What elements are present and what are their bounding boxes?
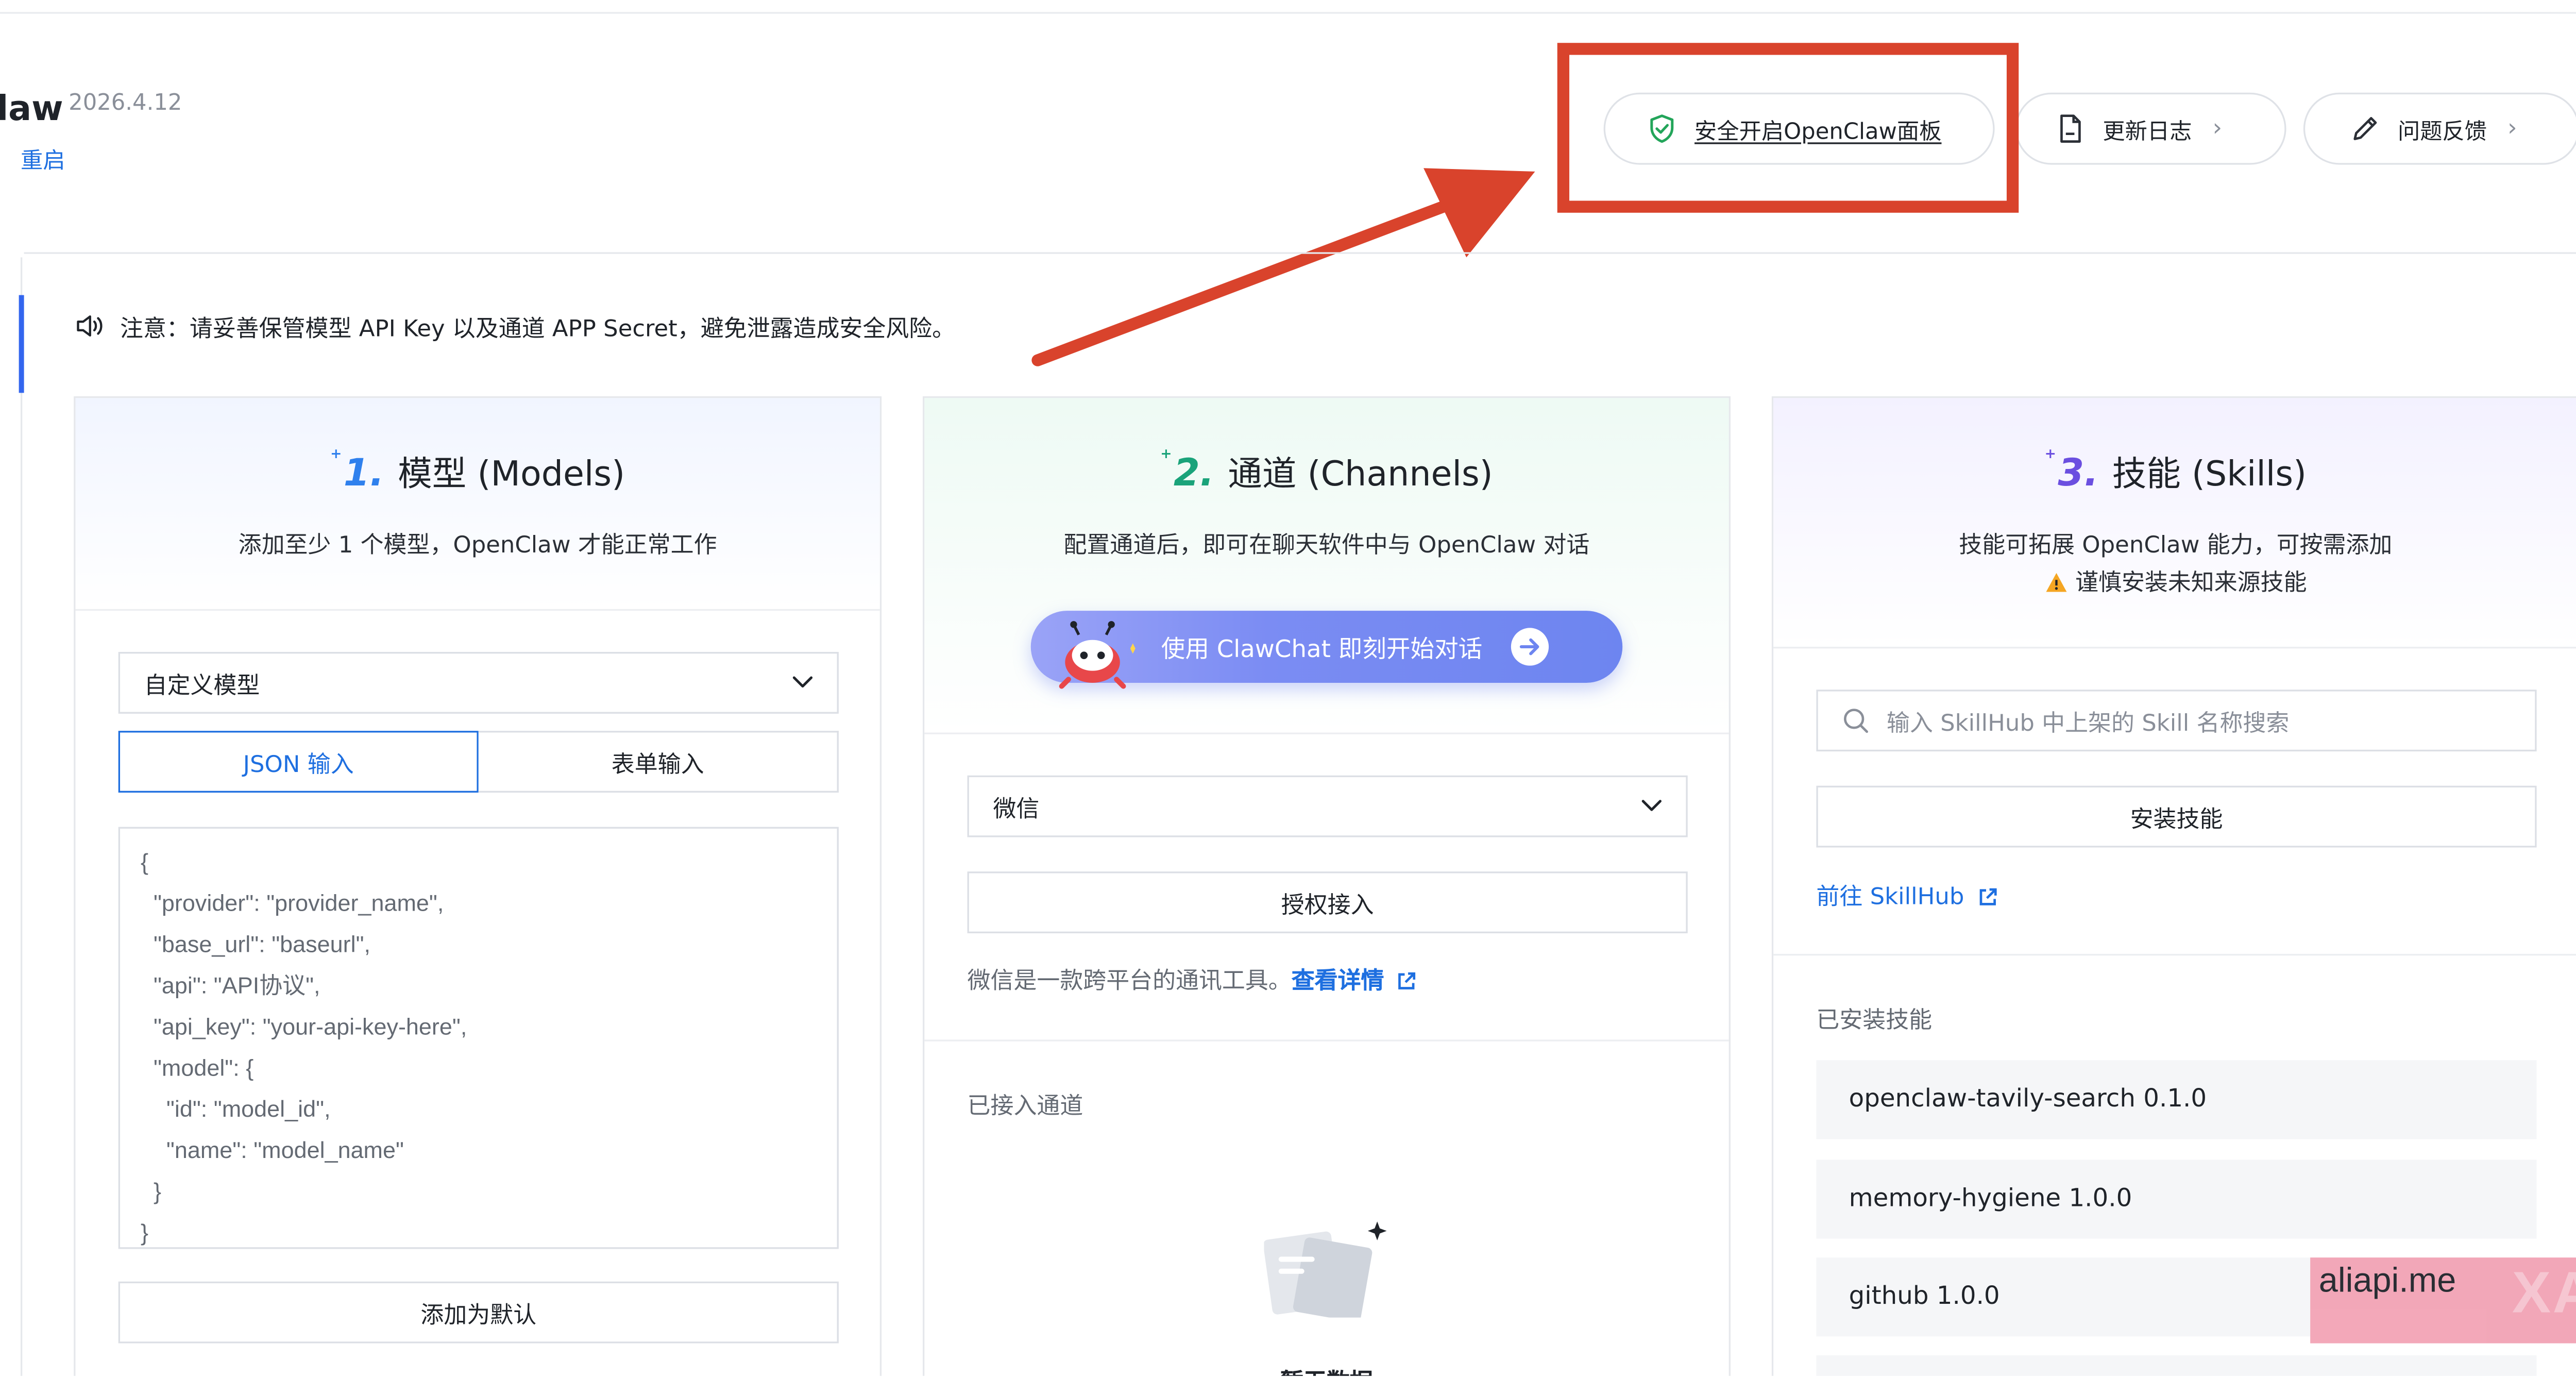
installed-skill-item-partial[interactable] — [1816, 1355, 2537, 1376]
step-number: +2. — [1160, 446, 1214, 496]
channels-divider — [924, 1039, 1729, 1042]
models-card-subtitle: 添加至少 1 个模型，OpenClaw 才能正常工作 — [238, 531, 717, 560]
channel-select[interactable]: 微信 — [967, 775, 1688, 837]
json-line: "base_url": "baseurl", — [140, 931, 371, 958]
content-left-border — [20, 257, 23, 1376]
skillhub-link[interactable]: 前往 SkillHub — [1816, 883, 1964, 911]
external-link-icon — [1977, 887, 1997, 914]
json-line: { — [140, 849, 149, 875]
skills-warning: 谨慎安装未知来源技能 — [1773, 563, 2576, 600]
tab-form-input[interactable]: 表单输入 — [478, 731, 839, 793]
skill-search-input[interactable]: 输入 SkillHub 中上架的 Skill 名称搜索 — [1816, 690, 2537, 752]
robot-mascot-icon — [1055, 617, 1137, 690]
notice-accent-bar — [19, 295, 24, 393]
empty-state-icon — [1264, 1218, 1394, 1318]
channels-card: +2. 通道 (Channels) 配置通道后，即可在聊天软件中与 OpenCla… — [923, 396, 1731, 1376]
authorize-button[interactable]: 授权接入 — [967, 871, 1688, 933]
json-line: "id": "model_id", — [140, 1096, 331, 1122]
skill-search-placeholder: 输入 SkillHub 中上架的 Skill 名称搜索 — [1886, 710, 2290, 738]
models-card-header: +1. 模型 (Models) 添加至少 1 个模型，OpenClaw 才能正常工… — [75, 398, 880, 611]
external-link-icon — [1397, 971, 1417, 998]
clawchat-start-button[interactable]: 使用 ClawChat 即刻开始对话 — [1030, 611, 1623, 689]
connected-channels-label: 已接入通道 — [967, 1093, 1083, 1120]
skills-card-title: +3. 技能 (Skills) — [1773, 446, 2576, 496]
models-card: +1. 模型 (Models) 添加至少 1 个模型，OpenClaw 才能正常工… — [74, 396, 882, 1376]
json-editor[interactable]: { "provider": "provider_name", "base_url… — [118, 827, 839, 1249]
security-notice: 注意：请妥善保管模型 API Key 以及通道 APP Secret，避免泄露造… — [75, 309, 955, 343]
channels-card-header: +2. 通道 (Channels) 配置通道后，即可在聊天软件中与 OpenCla… — [924, 398, 1729, 734]
skills-card-subtitle: 技能可拓展 OpenClaw 能力，可按需添加 — [1959, 531, 2393, 560]
model-type-select[interactable]: 自定义模型 — [118, 652, 839, 714]
skills-card-header: +3. 技能 (Skills) 技能可拓展 OpenClaw 能力，可按需添加 谨… — [1773, 398, 2576, 649]
json-line: "api": "API协议", — [140, 972, 320, 999]
warning-icon — [2044, 572, 2069, 601]
channels-card-subtitle: 配置通道后，即可在聊天软件中与 OpenClaw 对话 — [1063, 531, 1590, 560]
models-card-title: +1. 模型 (Models) — [75, 446, 879, 496]
watermark: XAPI aliapi.me — [2310, 1257, 2576, 1344]
skills-card: +3. 技能 (Skills) 技能可拓展 OpenClaw 能力，可按需添加 谨… — [1771, 396, 2576, 1376]
skills-divider — [1773, 953, 2576, 956]
json-line: "name": "model_name" — [140, 1137, 404, 1164]
json-line: "api_key": "your-api-key-here", — [140, 1014, 467, 1040]
json-line: "model": { — [140, 1055, 254, 1081]
json-line: } — [140, 1179, 161, 1204]
skills-warning-text: 谨慎安装未知来源技能 — [2075, 569, 2307, 597]
add-as-default-button[interactable]: 添加为默认 — [118, 1281, 839, 1344]
watermark-ghost-text: XAPI — [2512, 1261, 2576, 1326]
notice-text: 注意：请妥善保管模型 API Key 以及通道 APP Secret，避免泄露造… — [120, 315, 956, 343]
view-details-link[interactable]: 查看详情 — [1292, 968, 1384, 995]
channel-description-text: 微信是一款跨平台的通讯工具。 — [967, 967, 1292, 995]
channels-card-title: +2. 通道 (Channels) — [924, 446, 1728, 496]
step-number: +1. — [330, 446, 384, 496]
chevron-down-icon — [1641, 799, 1662, 813]
empty-state-label: 暂无数据 — [924, 1362, 1728, 1376]
channels-title-text: 通道 (Channels) — [1228, 452, 1493, 494]
model-type-value: 自定义模型 — [144, 672, 260, 700]
watermark-text: aliapi.me — [2318, 1263, 2456, 1301]
arrow-right-circle-icon — [1510, 626, 1551, 667]
channel-description: 微信是一款跨平台的通讯工具。查看详情 — [968, 961, 1417, 998]
skills-title-text: 技能 (Skills) — [2112, 452, 2307, 494]
clawchat-label: 使用 ClawChat 即刻开始对话 — [1161, 636, 1483, 664]
json-line: } — [140, 1219, 149, 1246]
json-line: "provider": "provider_name", — [140, 890, 444, 916]
chevron-down-icon — [792, 676, 813, 690]
install-skill-button[interactable]: 安装技能 — [1816, 785, 2537, 848]
skillhub-link-row: 前往 SkillHub — [1816, 877, 1997, 914]
app-window: law 2026.4.12 重启 安全开启OpenClaw面板 更新日志 › 问… — [0, 0, 2576, 1376]
tab-json-input[interactable]: JSON 输入 — [118, 731, 479, 793]
speaker-icon — [75, 314, 106, 338]
step-number: +3. — [2044, 446, 2099, 496]
header-divider — [24, 252, 2576, 254]
channel-select-value: 微信 — [993, 796, 1040, 824]
search-icon — [1842, 707, 1869, 734]
installed-skill-item[interactable]: memory-hygiene 1.0.0 — [1816, 1160, 2537, 1239]
installed-skill-item[interactable]: openclaw-tavily-search 0.1.0 — [1816, 1060, 2537, 1139]
models-title-text: 模型 (Models) — [398, 452, 625, 494]
installed-skills-label: 已安装技能 — [1816, 1007, 1933, 1035]
